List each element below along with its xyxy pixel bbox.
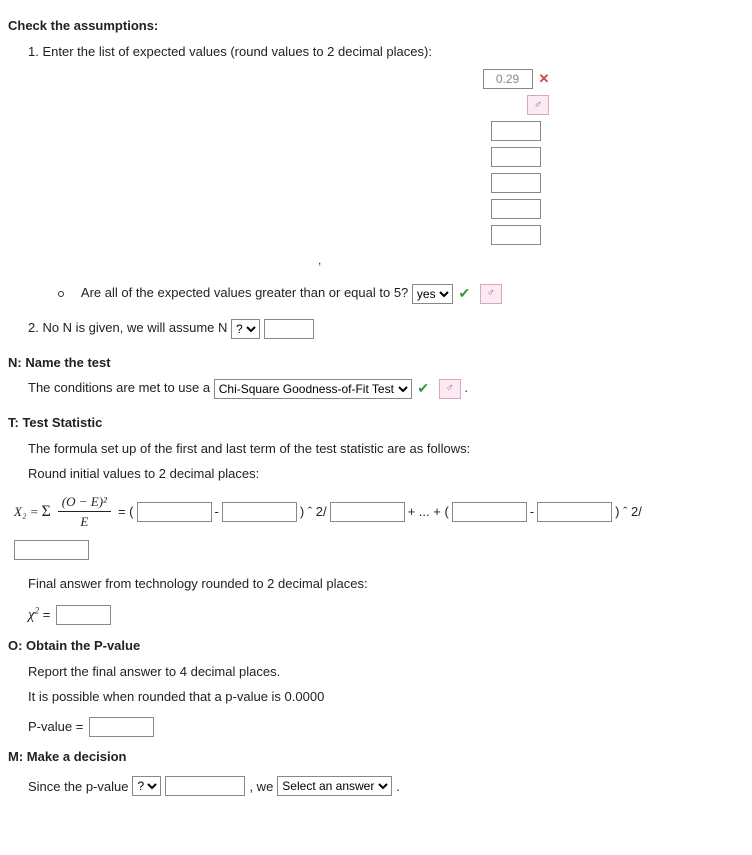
expected-values-stack: ✕ ♂: [288, 69, 744, 245]
term2-d-input[interactable]: [14, 540, 89, 560]
expected-value-2-input[interactable]: [491, 147, 541, 167]
expected-value-5-input[interactable]: [491, 225, 541, 245]
pvalue-input[interactable]: [89, 717, 154, 737]
decision-select[interactable]: Select an answer: [277, 776, 392, 796]
ge5-select[interactable]: yes: [412, 284, 453, 304]
check-icon: ✔: [417, 380, 429, 396]
since-text: Since the p-value: [28, 777, 128, 797]
ge5-question-text: Are all of the expected values greater t…: [81, 285, 408, 300]
plus-ellipsis: + ... + (: [408, 502, 449, 522]
bullet-icon: [58, 291, 64, 297]
trailing-comma: ,: [318, 251, 744, 269]
close-sq-div-2: ) ˆ 2/: [615, 502, 642, 522]
assume-n-input[interactable]: [264, 319, 314, 339]
compare-value-input[interactable]: [165, 776, 245, 796]
check-assumptions-heading: Check the assumptions:: [8, 16, 744, 36]
oe-fraction: (O − E)² E: [58, 492, 111, 532]
x2-label: X₂ =: [14, 502, 38, 522]
term1-o-input[interactable]: [137, 502, 212, 522]
term1-e-input[interactable]: [222, 502, 297, 522]
hint-icon[interactable]: ♂: [439, 379, 461, 399]
chi-squared-label: χ2 =: [28, 604, 50, 627]
formula-intro-text: The formula set up of the first and last…: [28, 439, 744, 459]
chi-squared-input[interactable]: [56, 605, 111, 625]
expected-value-1-input[interactable]: [491, 121, 541, 141]
compare-select[interactable]: ?: [132, 776, 161, 796]
period-2: .: [396, 777, 400, 797]
name-test-heading: N: Name the test: [8, 353, 744, 373]
hint-icon[interactable]: ♂: [527, 95, 549, 115]
make-decision-heading: M: Make a decision: [8, 747, 744, 767]
hint-icon[interactable]: ♂: [480, 284, 502, 304]
formula-row: X₂ = Σ (O − E)² E = ( - ) ˆ 2/ + ... + (…: [14, 492, 744, 532]
term1-d-input[interactable]: [330, 502, 405, 522]
round-initial-text: Round initial values to 2 decimal places…: [28, 464, 744, 484]
expected-value-0-input[interactable]: [483, 69, 533, 89]
expected-value-3-input[interactable]: [491, 173, 541, 193]
term2-e-input[interactable]: [537, 502, 612, 522]
check-icon: ✔: [459, 285, 471, 301]
close-sq-div-1: ) ˆ 2/: [300, 502, 327, 522]
no-n-text: 2. No N is given, we will assume N: [28, 320, 227, 335]
enter-list-instruction: 1. Enter the list of expected values (ro…: [28, 42, 744, 62]
minus-1: -: [215, 502, 219, 522]
no-n-row: 2. No N is given, we will assume N ?: [28, 318, 744, 339]
test-name-select[interactable]: Chi-Square Goodness-of-Fit Test: [214, 379, 412, 399]
expected-value-4-input[interactable]: [491, 199, 541, 219]
possible-zero-text: It is possible when rounded that a p-val…: [28, 687, 744, 707]
pvalue-label: P-value =: [28, 717, 83, 737]
conditions-text: The conditions are met to use a: [28, 380, 210, 395]
equals-open: = (: [118, 502, 134, 522]
period: .: [464, 380, 468, 395]
obtain-pvalue-heading: O: Obtain the P-value: [8, 636, 744, 656]
final-tech-text: Final answer from technology rounded to …: [28, 574, 744, 594]
test-statistic-heading: T: Test Statistic: [8, 413, 744, 433]
minus-2: -: [530, 502, 534, 522]
close-icon[interactable]: ✕: [539, 69, 550, 89]
term2-o-input[interactable]: [452, 502, 527, 522]
assume-n-select[interactable]: ?: [231, 319, 260, 339]
we-text: , we: [249, 777, 273, 797]
sigma-symbol: Σ: [41, 500, 50, 524]
report-4dp-text: Report the final answer to 4 decimal pla…: [28, 662, 744, 682]
